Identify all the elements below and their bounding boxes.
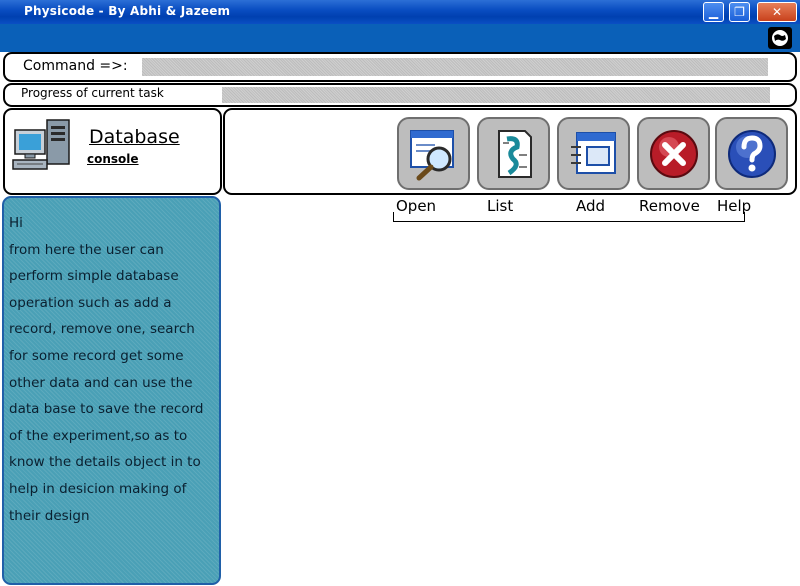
database-title: Database — [89, 126, 180, 148]
window-title: Physicode - By Abhi & Jazeem — [24, 4, 231, 18]
header-strip — [0, 24, 800, 52]
info-panel: Hi from here the user can perform simple… — [2, 196, 221, 585]
title-bar[interactable]: Physicode - By Abhi & Jazeem ▁ ❐ ✕ — [0, 0, 800, 24]
database-subtitle: console — [87, 152, 139, 166]
open-button[interactable] — [397, 117, 470, 190]
list-button[interactable] — [477, 117, 550, 190]
info-line: perform simple database — [9, 268, 179, 285]
command-input[interactable] — [142, 58, 768, 76]
open-magnifier-icon — [409, 129, 454, 180]
info-line: know the details object in to — [9, 454, 201, 471]
info-line: other data and can use the — [9, 374, 193, 391]
add-window-icon — [570, 131, 616, 174]
info-text: Hi from here the user can perform simple… — [9, 210, 217, 529]
info-line: Hi — [9, 215, 23, 231]
close-icon: ✕ — [771, 5, 783, 19]
remove-button[interactable] — [637, 117, 710, 190]
help-button[interactable] — [715, 117, 788, 190]
database-header-panel: Database console — [3, 108, 222, 195]
info-line: data base to save the record — [9, 401, 204, 418]
list-document-icon — [497, 129, 532, 178]
add-button[interactable] — [557, 117, 630, 190]
toolbar-panel — [223, 108, 797, 195]
globe-icon[interactable] — [768, 27, 792, 49]
minimize-icon: ▁ — [708, 5, 719, 19]
remove-x-icon — [649, 129, 698, 178]
info-line: of the experiment,so as to — [9, 427, 188, 444]
info-line: their design — [9, 507, 90, 524]
command-label: Command =>: — [23, 58, 128, 74]
info-line: from here the user can — [9, 241, 164, 258]
info-line: operation such as add a — [9, 294, 172, 311]
minimize-button[interactable]: ▁ — [703, 2, 724, 22]
close-button[interactable]: ✕ — [757, 2, 797, 22]
progress-track — [222, 87, 770, 103]
maximize-icon: ❐ — [734, 5, 745, 19]
info-line: for some record get some — [9, 347, 184, 364]
progress-bar-container: Progress of current task — [3, 83, 797, 107]
info-line: help in desicion making of — [9, 480, 187, 497]
progress-label: Progress of current task — [21, 86, 164, 100]
command-bar: Command =>: — [3, 52, 797, 82]
maximize-button[interactable]: ❐ — [729, 2, 750, 22]
computer-database-icon — [11, 118, 75, 174]
info-line: record, remove one, search — [9, 321, 195, 338]
help-question-icon — [727, 129, 776, 178]
labels-underline — [393, 212, 745, 222]
